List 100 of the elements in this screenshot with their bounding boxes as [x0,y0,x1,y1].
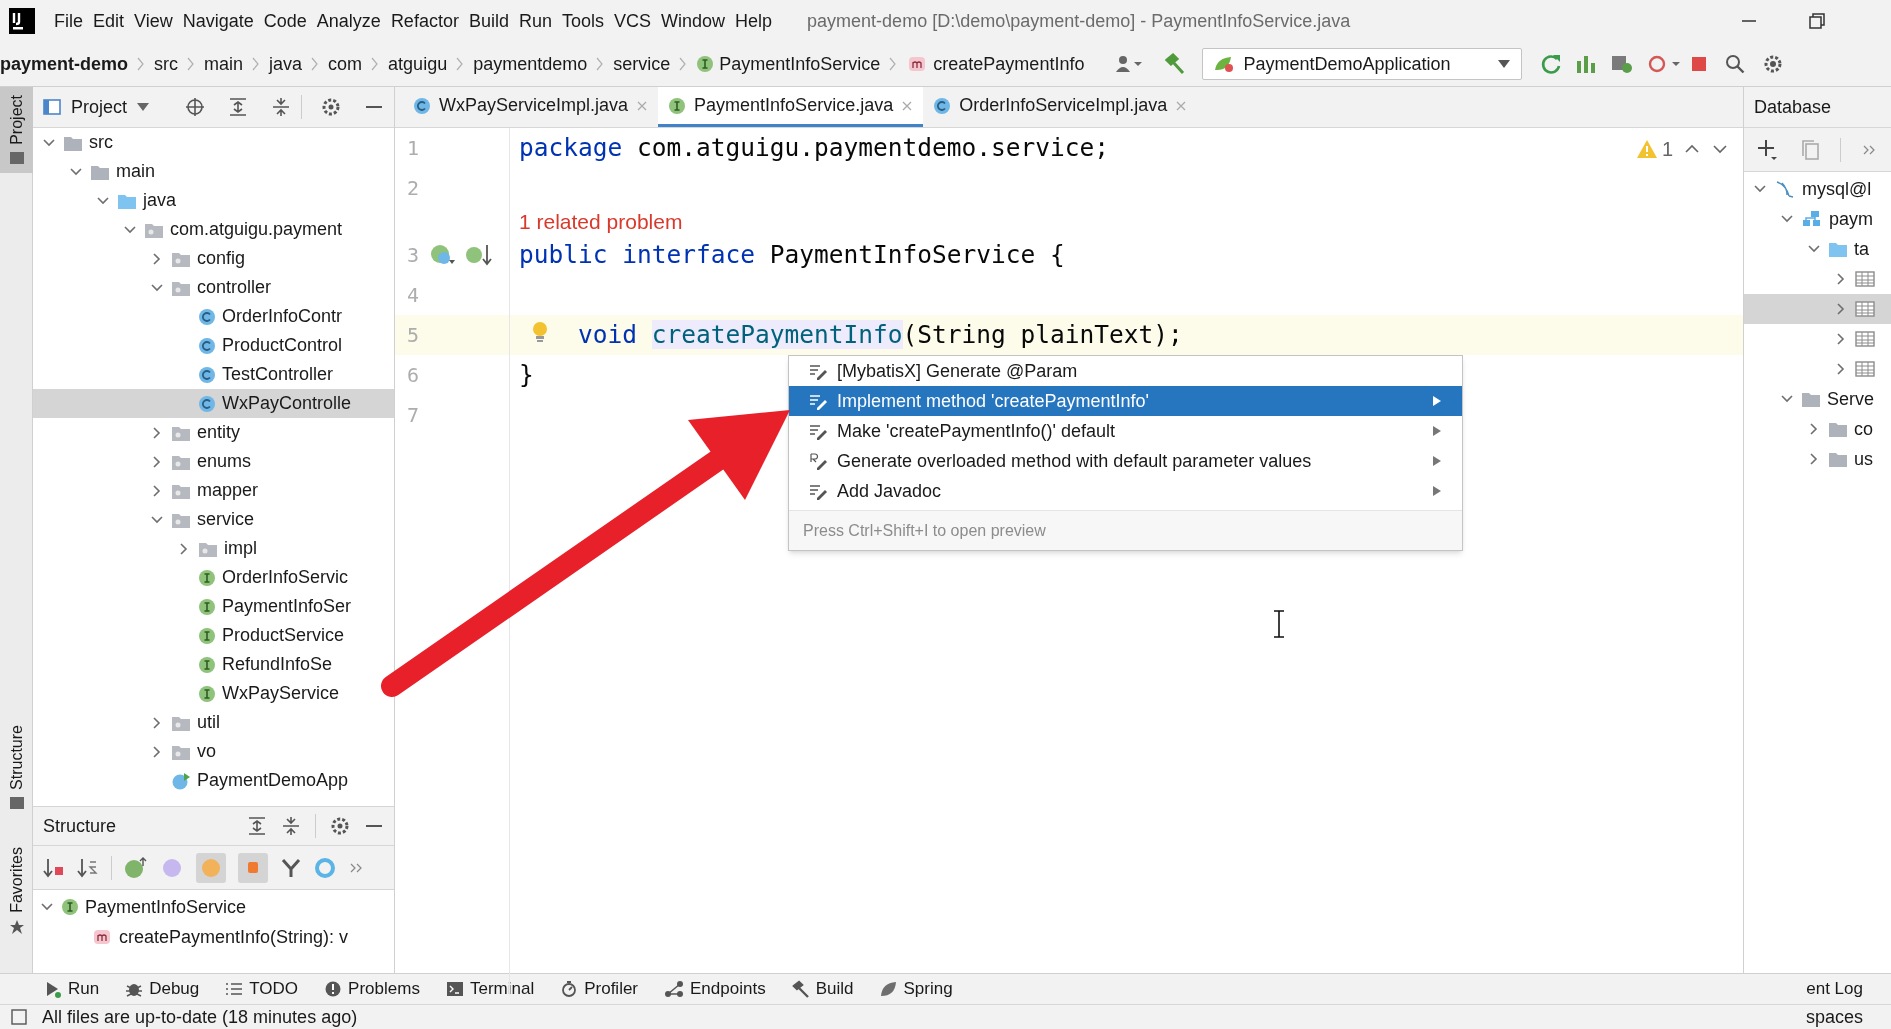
expand-all-icon[interactable] [247,816,268,836]
tool-window-button[interactable]: Spring [879,976,953,1002]
menu-item[interactable]: View [129,7,178,35]
tree-item[interactable]: ProductService [33,621,394,650]
editor-tab[interactable]: OrderInfoServiceImpl.java [923,87,1198,127]
tree-item[interactable]: RefundInfoSe [33,650,394,679]
menu-item[interactable]: Analyze [311,7,386,35]
hammer-icon[interactable] [1164,53,1187,75]
status-item[interactable]: spaces [1805,1003,1891,1029]
side-tab[interactable]: Favorites [0,839,33,943]
inherited-icon[interactable] [124,855,148,880]
tree-item[interactable]: TestController [33,360,394,389]
tree-item[interactable]: com.atguigu.payment [33,215,394,244]
tree-item[interactable]: mapper [33,476,394,505]
tree-item[interactable]: ta [1744,234,1891,264]
menu-item[interactable]: Refactor [385,7,464,35]
editor-tab[interactable]: WxPayServiceImpl.java [403,87,659,127]
tree-item[interactable]: vo [33,737,394,766]
breadcrumb[interactable]: service [605,50,679,78]
breadcrumb[interactable]: main [196,50,252,78]
tool-window-button[interactable]: Problems [324,976,420,1002]
sort-alpha-icon[interactable] [77,856,99,879]
menu-item[interactable]: Tools [556,7,609,35]
popup-item[interactable]: Implement method 'createPaymentInfo' [789,386,1462,416]
tool-window-button[interactable]: Run [44,976,100,1002]
tool-window-button[interactable]: Profiler [560,976,639,1002]
implementations-icon[interactable] [465,242,493,268]
rerun-icon[interactable] [1539,53,1562,75]
submenu-arrow-icon[interactable] [1432,485,1442,497]
settings-icon[interactable] [320,97,341,117]
collapse-all-icon[interactable] [271,97,292,117]
run-config-dropdown[interactable]: PaymentDemoApplication [1202,48,1522,80]
related-problem-hint[interactable]: 1 related problem [519,205,683,238]
breadcrumb[interactable]: java [261,50,311,78]
tree-item[interactable]: OrderInfoContr [33,302,394,331]
tree-item[interactable]: ProductControl [33,331,394,360]
collapse-all-icon[interactable] [281,816,302,836]
tree-item[interactable]: java [33,186,394,215]
tree-item[interactable]: mysql@l [1744,174,1891,204]
dropdown-caret-icon[interactable] [137,103,150,111]
tool-window-button[interactable]: Debug [125,976,200,1002]
tree-item[interactable]: service [33,505,394,534]
tree-item[interactable]: co [1744,414,1891,444]
sort-visibility-icon[interactable] [43,856,65,879]
breadcrumb[interactable]: com [320,50,371,78]
tree-item[interactable]: PaymentDemoApp [33,766,394,795]
menu-item[interactable]: Help [730,7,778,35]
tree-item[interactable]: us [1744,444,1891,474]
tree-item[interactable]: util [33,708,394,737]
expand-all-icon[interactable] [228,97,248,117]
breadcrumb[interactable]: src [146,50,187,78]
tool-window-button[interactable]: Endpoints [664,976,766,1002]
popup-item[interactable]: [MybatisX] Generate @Param [789,356,1462,386]
side-tab[interactable]: Structure [0,717,33,818]
settings-icon[interactable] [330,816,350,836]
popup-item[interactable]: Add Javadoc [789,476,1462,506]
menu-item[interactable]: Edit [88,7,130,35]
popup-item[interactable]: Generate overloaded method with default parameter values [789,446,1462,476]
breadcrumb[interactable]: createPaymentInfo [898,50,1093,78]
add-icon[interactable] [1756,137,1780,162]
menu-item[interactable]: Code [258,7,312,35]
tree-item[interactable]: main [33,157,394,186]
tree-item[interactable]: config [33,244,394,273]
tree-item[interactable]: enums [33,447,394,476]
editor-tab[interactable]: PaymentInfoService.java [658,87,924,127]
tree-item[interactable]: src [33,128,394,157]
lambdas-icon[interactable] [280,856,302,879]
tool-window-button[interactable]: TODO [225,976,299,1002]
menu-item[interactable]: Build [463,7,514,35]
fields-toggle[interactable] [196,852,226,883]
submenu-arrow-icon[interactable] [1432,395,1442,407]
tree-item[interactable]: PaymentInfoSer [33,592,394,621]
tree-item[interactable]: Serve [1744,384,1891,414]
menu-item[interactable]: Window [656,7,731,35]
stop-icon[interactable] [1689,55,1708,73]
tree-item[interactable]: impl [33,534,394,563]
tree-item[interactable]: WxPayControlle [33,389,394,418]
locate-icon[interactable] [184,97,205,117]
restore-icon[interactable] [1807,11,1827,31]
popup-item[interactable]: Make 'createPaymentInfo()' default [789,416,1462,446]
tree-item[interactable]: controller [33,273,394,302]
breadcrumb[interactable]: payment-demo [0,50,137,78]
user-icon[interactable] [1114,54,1143,74]
menu-item[interactable]: VCS [609,7,656,35]
app-logo-icon[interactable] [9,8,35,34]
menu-item[interactable]: Navigate [177,7,259,35]
tree-item[interactable]: WxPayService [33,679,394,708]
tool-window-button[interactable]: Build [791,976,854,1002]
tool-window-button[interactable]: Terminal [445,976,535,1002]
menu-item[interactable]: Run [513,7,557,35]
breadcrumb[interactable]: PaymentInfoService [688,50,889,78]
tool-window-button[interactable]: ent Log [1806,976,1891,1002]
tree-item[interactable]: paym [1744,204,1891,234]
submenu-arrow-icon[interactable] [1432,425,1442,437]
submenu-arrow-icon[interactable] [1432,455,1442,467]
panel-toggle-icon[interactable] [10,1008,28,1026]
search-icon[interactable] [1723,53,1746,75]
breadcrumb[interactable]: atguigu [380,50,456,78]
breadcrumb[interactable]: paymentdemo [465,50,596,78]
tree-item[interactable]: OrderInfoServic [33,563,394,592]
